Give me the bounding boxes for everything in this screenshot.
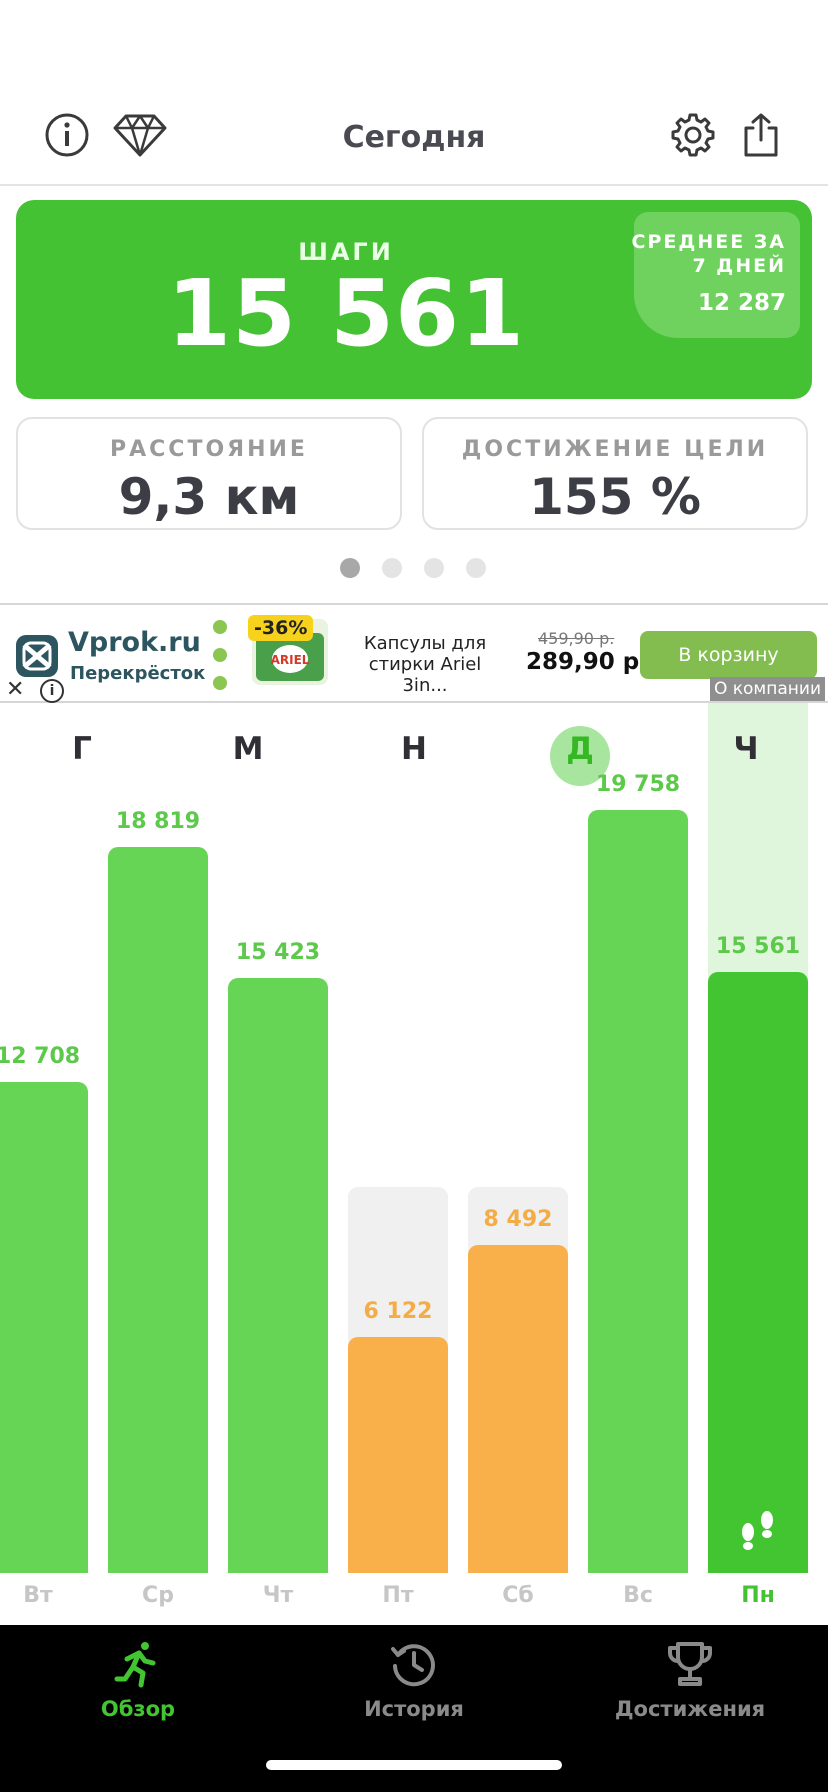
bar-value-label: 15 423 [235, 939, 321, 965]
bar-value-label: 19 758 [595, 772, 681, 798]
vprok-logo-icon [16, 635, 58, 677]
steps-card[interactable]: ШАГИ 15 561 СРЕДНЕЕ ЗА 7 ДНЕЙ 12 287 [16, 200, 812, 399]
discount-badge: -36% [248, 615, 314, 641]
ad-brand: Vprok.ru [68, 627, 201, 658]
tab-history[interactable]: История [276, 1639, 552, 1721]
weekly-average-label: СРЕДНЕЕ ЗА 7 ДНЕЙ [631, 231, 786, 277]
page-dot[interactable] [424, 558, 444, 578]
weekly-average-value: 12 287 [697, 290, 786, 316]
ad-banner[interactable]: Vprok.ru Перекрёсток ARIEL -36% Капсулы … [0, 603, 828, 703]
page-dot[interactable] [466, 558, 486, 578]
bar-value-label: 12 708 [0, 1044, 81, 1070]
chart-bar[interactable] [228, 977, 328, 1573]
ad-carousel-dot [213, 676, 227, 690]
gear-icon[interactable] [670, 112, 716, 158]
top-bar: Сегодня [0, 100, 828, 184]
running-person-icon [114, 1642, 156, 1688]
chart-bar[interactable] [348, 1336, 448, 1573]
bar-value-label: 15 561 [715, 934, 801, 960]
page-dot-active[interactable] [340, 558, 360, 578]
distance-label: РАССТОЯНИЕ [110, 437, 308, 462]
add-to-cart-button[interactable]: В корзину [640, 631, 817, 679]
tab-achievements[interactable]: Достижения [552, 1639, 828, 1721]
month-letter-selected[interactable]: Д [550, 731, 610, 767]
month-letter[interactable]: Н [384, 731, 444, 767]
page-dot[interactable] [382, 558, 402, 578]
weekly-steps-chart: Г М Н Д Ч 12 708 Вт 18 819 Ср 15 423 Чт 6 122 П… [0, 703, 828, 1623]
ad-brand-sub: Перекрёсток [70, 663, 206, 684]
history-icon [391, 1644, 435, 1687]
goal-value: 155 % [529, 468, 701, 526]
tab-overview-label: Обзор [100, 1697, 176, 1721]
ad-price: 289,90 р. [526, 649, 648, 675]
header-divider [0, 184, 828, 186]
day-label[interactable]: Сб [468, 1583, 568, 1608]
day-label[interactable]: Чт [228, 1583, 328, 1608]
ad-old-price: 459,90 р. [538, 629, 615, 648]
day-label[interactable]: Ср [108, 1583, 208, 1608]
share-icon[interactable] [738, 112, 784, 158]
bar-value-label: 8 492 [483, 1207, 553, 1233]
tab-history-label: История [364, 1697, 464, 1721]
day-label[interactable]: Пн [708, 1583, 808, 1608]
footsteps-icon [742, 1511, 773, 1550]
svg-text:ARIEL: ARIEL [271, 653, 310, 667]
goal-label: ДОСТИЖЕНИЕ ЦЕЛИ [461, 437, 769, 462]
month-letter[interactable]: Г [52, 731, 112, 767]
chart-bar[interactable] [588, 810, 688, 1573]
day-label[interactable]: Вт [0, 1583, 88, 1608]
home-indicator [266, 1760, 562, 1770]
chart-bar[interactable] [468, 1245, 568, 1573]
distance-value: 9,3 км [118, 468, 300, 526]
ad-description: Капсулы для стирки Ariel 3in... [363, 633, 487, 696]
chart-bar[interactable] [0, 1082, 88, 1573]
chart-bar[interactable] [708, 972, 808, 1573]
close-icon[interactable]: ✕ [6, 677, 24, 702]
day-label[interactable]: Вс [588, 1583, 688, 1608]
chart-bar[interactable] [108, 846, 208, 1573]
tab-achievements-label: Достижения [614, 1697, 766, 1721]
about-company-link[interactable]: О компании [709, 677, 825, 701]
ad-carousel-dot [213, 648, 227, 662]
day-label[interactable]: Пт [348, 1583, 448, 1608]
ad-info-icon[interactable]: i [40, 679, 64, 703]
month-letter[interactable]: М [218, 731, 278, 767]
month-letter[interactable]: Ч [716, 731, 776, 767]
weekly-average-box: СРЕДНЕЕ ЗА 7 ДНЕЙ 12 287 [632, 212, 800, 338]
steps-value: 15 561 [166, 260, 526, 367]
bar-value-label: 6 122 [363, 1298, 433, 1324]
goal-card[interactable]: ДОСТИЖЕНИЕ ЦЕЛИ 155 % [422, 417, 808, 530]
distance-card[interactable]: РАССТОЯНИЕ 9,3 км [16, 417, 402, 530]
trophy-icon [668, 1642, 712, 1686]
ad-carousel-dot [213, 620, 227, 634]
tab-overview[interactable]: Обзор [0, 1639, 276, 1721]
bar-value-label: 18 819 [115, 808, 201, 834]
